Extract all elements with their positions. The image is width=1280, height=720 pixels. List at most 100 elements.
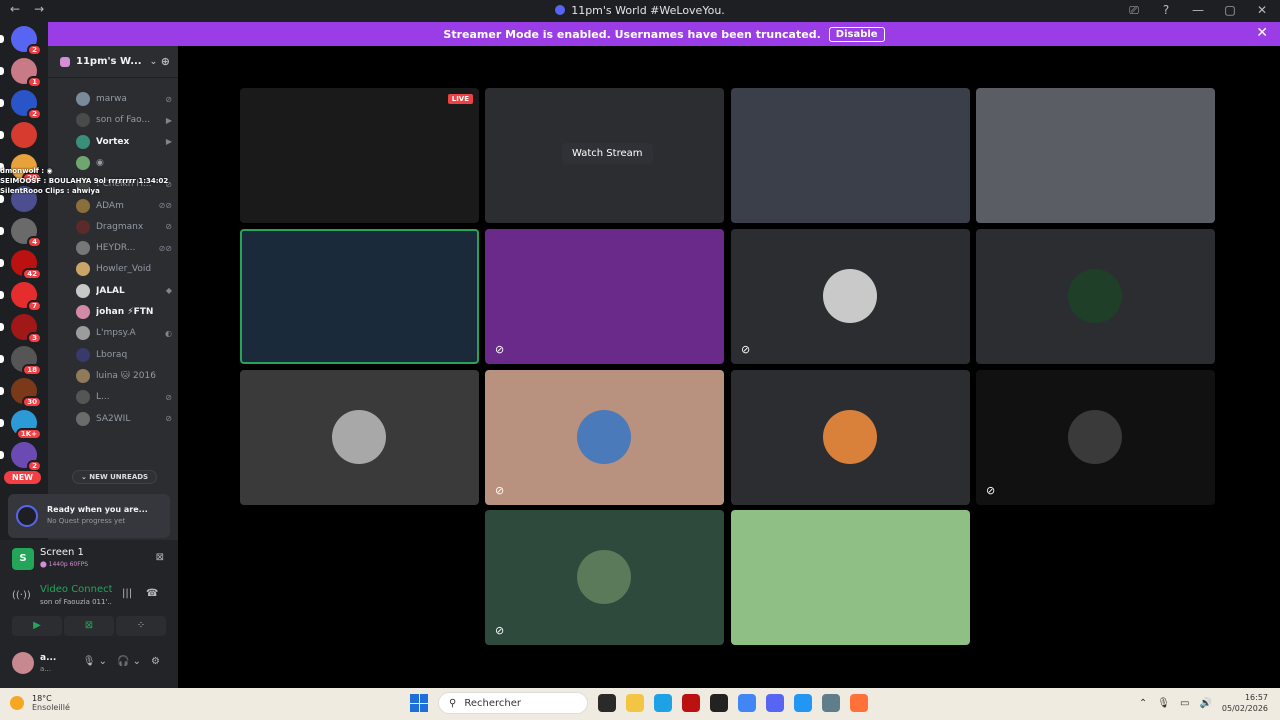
activities-button[interactable]: ⁘: [116, 616, 166, 636]
screen-share-row: S Screen 1 ⬤ 1440p 60FPS ⊠: [12, 546, 164, 572]
microphone-icon[interactable]: 🎙 ⌄: [83, 656, 107, 667]
signal-icon: ((·)): [12, 590, 31, 601]
participant-tile[interactable]: [731, 370, 970, 505]
watch-stream-tile[interactable]: Watch Stream: [485, 88, 724, 223]
weather-widget[interactable]: 18°C Ensoleillé: [10, 694, 70, 712]
participant-tile[interactable]: [240, 229, 479, 364]
taskbar-app-icon[interactable]: [626, 694, 644, 712]
noise-suppression-icon[interactable]: |||: [122, 588, 132, 599]
participant-tile[interactable]: [240, 370, 479, 505]
participant-tile[interactable]: ⊘: [485, 229, 724, 364]
member-name: son of Fao...: [96, 115, 151, 126]
mention-badge: 42: [22, 268, 42, 280]
voice-member[interactable]: Howler_Void: [76, 260, 172, 278]
voice-member[interactable]: marwa ⊘: [76, 90, 172, 108]
member-name: Vortex: [96, 136, 130, 147]
new-servers-pill[interactable]: NEW: [4, 471, 41, 484]
taskbar-app-icon[interactable]: [682, 694, 700, 712]
server-icon[interactable]: 4: [0, 218, 42, 248]
voice-panel: S Screen 1 ⬤ 1440p 60FPS ⊠ ((·)) Video C…: [0, 540, 178, 688]
voice-member[interactable]: L'mpsy.A ◐: [76, 324, 172, 342]
discord-home-icon[interactable]: 2: [0, 26, 42, 56]
participant-tile[interactable]: [976, 88, 1215, 223]
server-icon[interactable]: 18: [0, 346, 42, 376]
settings-gear-icon[interactable]: ⚙: [151, 656, 160, 667]
server-icon[interactable]: 1K+: [0, 410, 42, 440]
server-icon[interactable]: 30: [0, 378, 42, 408]
unread-pill: [0, 35, 4, 43]
voice-member[interactable]: L... ⊘: [76, 388, 172, 406]
banner-close-icon[interactable]: ✕: [1256, 25, 1268, 41]
new-unreads-button[interactable]: ⌄ NEW UNREADS: [72, 470, 158, 484]
server-icon[interactable]: [0, 122, 37, 148]
voice-status[interactable]: Video Connected: [40, 584, 112, 595]
taskbar-app-icon[interactable]: [822, 694, 840, 712]
share-screen-button[interactable]: ⊠: [64, 616, 114, 636]
maximize-button[interactable]: ▢: [1222, 3, 1238, 18]
screen-share-tile[interactable]: LIVE: [240, 88, 479, 223]
minimize-button[interactable]: —: [1190, 3, 1206, 18]
avatar[interactable]: [12, 652, 34, 674]
server-icon[interactable]: 3: [0, 314, 42, 344]
voice-member[interactable]: HEYDR... ⊘⊘: [76, 239, 172, 257]
watch-stream-button[interactable]: Watch Stream: [562, 143, 653, 164]
voice-member[interactable]: JALAL ◆: [76, 282, 172, 300]
voice-member[interactable]: ADAm ⊘⊘: [76, 197, 172, 215]
mute-status-icon: ⊘: [165, 414, 172, 423]
windows-taskbar: 18°C Ensoleillé ⚲ Rechercher ⌃ 🎙 ▭ 🔊 16:5…: [0, 688, 1280, 720]
avatar: [332, 410, 386, 464]
windows-start-icon[interactable]: [410, 694, 428, 712]
taskbar-app-icon[interactable]: [766, 694, 784, 712]
chevron-down-icon: ⌄: [149, 56, 158, 67]
server-icon: [60, 56, 70, 67]
voice-member[interactable]: SA2WIL ⊘: [76, 410, 172, 428]
avatar: [577, 550, 631, 604]
voice-member[interactable]: luina 🐱 2016: [76, 367, 172, 385]
close-button[interactable]: ✕: [1254, 3, 1270, 18]
taskbar-app-icon[interactable]: [738, 694, 756, 712]
disconnect-icon[interactable]: ☎: [146, 588, 158, 599]
avatar: [76, 305, 90, 319]
volume-icon[interactable]: 🔊: [1199, 698, 1211, 709]
voice-member[interactable]: Dragmanx ⊘: [76, 218, 172, 236]
taskbar-app-icon[interactable]: [794, 694, 812, 712]
chevron-up-icon[interactable]: ⌃: [1139, 698, 1147, 709]
voice-member[interactable]: johan ⚡FTN: [76, 303, 172, 321]
server-icon[interactable]: 42: [0, 250, 42, 280]
participant-tile[interactable]: ⊘: [731, 229, 970, 364]
microphone-icon[interactable]: 🎙: [1157, 698, 1170, 709]
taskbar-app-icon[interactable]: [598, 694, 616, 712]
participant-tile[interactable]: [731, 88, 970, 223]
unread-pill: [0, 227, 4, 235]
participant-tile[interactable]: ⊘: [976, 370, 1215, 505]
inbox-icon[interactable]: ⎚: [1126, 3, 1142, 18]
server-icon[interactable]: 7: [0, 282, 42, 312]
participant-tile[interactable]: ⊘: [485, 370, 724, 505]
voice-member[interactable]: Lboraq: [76, 346, 172, 364]
participant-tile[interactable]: [731, 510, 970, 645]
invite-icon[interactable]: ⊕: [161, 55, 170, 68]
clock[interactable]: 16:57 05/02/2026: [1222, 692, 1268, 714]
participant-tile[interactable]: [976, 229, 1215, 364]
disable-button[interactable]: Disable: [828, 26, 885, 42]
voice-member[interactable]: Vortex ▶: [76, 133, 172, 151]
taskbar-app-icon[interactable]: [654, 694, 672, 712]
server-header[interactable]: 11pm's W... ⌄ ⊕: [48, 46, 178, 78]
avatar: [76, 326, 90, 341]
voice-member[interactable]: son of Fao... ▶: [76, 111, 172, 129]
stop-share-icon[interactable]: ⊠: [156, 552, 164, 563]
server-icon[interactable]: 1: [0, 58, 42, 88]
muted-mic-icon: ⊘: [986, 484, 996, 497]
server-icon[interactable]: 2: [0, 442, 42, 472]
network-icon[interactable]: ▭: [1180, 698, 1189, 709]
camera-button[interactable]: ▶: [12, 616, 62, 636]
quest-card[interactable]: Ready when you are... No Quest progress …: [8, 494, 170, 538]
server-icon[interactable]: 2: [0, 90, 42, 120]
avatar: [76, 241, 90, 256]
help-icon[interactable]: ?: [1158, 3, 1174, 18]
participant-tile[interactable]: ⊘: [485, 510, 724, 645]
taskbar-search[interactable]: ⚲ Rechercher: [438, 692, 588, 714]
headphones-icon[interactable]: 🎧 ⌄: [117, 656, 141, 667]
taskbar-app-icon[interactable]: [850, 694, 868, 712]
taskbar-app-icon[interactable]: [710, 694, 728, 712]
